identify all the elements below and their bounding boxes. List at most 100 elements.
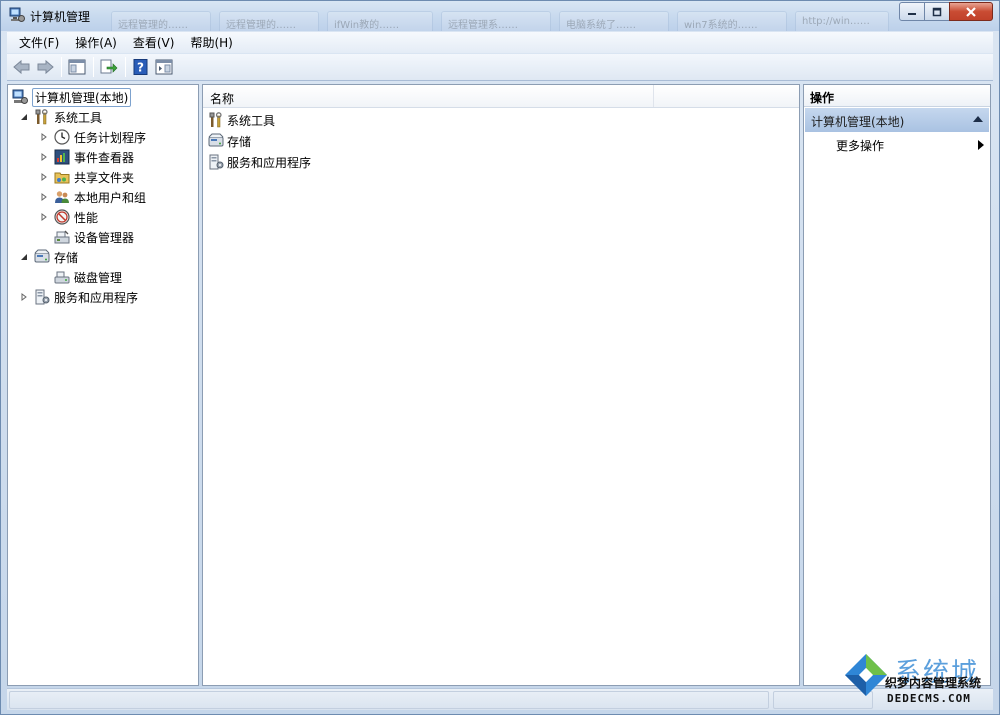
performance-icon [54, 209, 70, 225]
tools-icon [34, 109, 50, 125]
list-header: 名称 [203, 85, 799, 108]
window-title: 计算机管理 [30, 10, 91, 24]
forward-button[interactable] [34, 56, 56, 78]
help-icon: ? [133, 59, 148, 75]
storage-icon [34, 249, 50, 265]
services-icon [34, 289, 50, 305]
show-hide-tree-icon [68, 59, 86, 75]
tree-item-local-users[interactable]: 本地用户和组 [38, 187, 146, 207]
device-manager-icon [54, 229, 70, 245]
submenu-arrow-icon [978, 140, 984, 150]
menu-bar: 文件(F) 操作(A) 查看(V) 帮助(H) [7, 32, 993, 53]
ghost-tab: 远程管理的…… [111, 11, 211, 31]
computer-management-window: 计算机管理 远程管理的…… 远程管理的…… ifWin教的…… 远程管理系…… … [0, 0, 1000, 715]
expand-arrow-icon[interactable] [38, 191, 50, 203]
tree-item-task-scheduler[interactable]: 任务计划程序 [38, 127, 146, 147]
expand-arrow-icon[interactable] [38, 131, 50, 143]
tree-item-label: 服务和应用程序 [54, 290, 139, 305]
tree-item-label: 系统工具 [54, 110, 103, 125]
tools-icon [208, 112, 224, 128]
list-item-label: 服务和应用程序 [227, 155, 312, 170]
tree-item-device-manager[interactable]: 设备管理器 [54, 227, 134, 247]
tree-item-label: 任务计划程序 [74, 130, 147, 145]
maximize-button[interactable] [924, 2, 950, 21]
list-item-services-apps[interactable]: 服务和应用程序 [208, 152, 311, 172]
toolbar-separator [61, 57, 62, 77]
ghost-tab: win7系统的…… [677, 11, 787, 31]
tree-item-system-tools[interactable]: 系统工具 [18, 107, 102, 127]
event-viewer-icon [54, 149, 70, 165]
toolbar: ? [7, 54, 993, 81]
result-list-pane[interactable]: 名称 系统工具 存储 服务和应用程序 [202, 84, 800, 686]
expand-arrow-icon[interactable] [38, 211, 50, 223]
clock-icon [54, 129, 70, 145]
computer-management-icon [12, 89, 28, 105]
background-taskbar-tabs: 远程管理的…… 远程管理的…… ifWin教的…… 远程管理系…… 电脑系统了…… [111, 11, 891, 31]
menu-view[interactable]: 查看(V) [125, 32, 183, 53]
tree-item-label: 设备管理器 [74, 230, 135, 245]
tree-item-label: 磁盘管理 [74, 270, 123, 285]
services-icon [208, 154, 224, 170]
collapse-arrow-icon[interactable] [18, 111, 30, 123]
tree-item-event-viewer[interactable]: 事件查看器 [38, 147, 134, 167]
storage-icon [208, 133, 224, 149]
column-header-name[interactable]: 名称 [203, 85, 654, 107]
show-hide-action-pane-icon [155, 59, 173, 75]
restore-icon [932, 7, 942, 16]
close-button[interactable] [949, 2, 993, 21]
computer-management-app-icon[interactable] [9, 7, 25, 23]
tree-item-disk-management[interactable]: 磁盘管理 [54, 267, 122, 287]
tree-item-computer-management[interactable]: 计算机管理(本地) [12, 87, 132, 107]
tree-item-label: 事件查看器 [74, 150, 135, 165]
watermark-line2: DEDECMS.COM [887, 692, 971, 705]
list-item-system-tools[interactable]: 系统工具 [208, 110, 275, 130]
more-actions-item[interactable]: 更多操作 [836, 135, 986, 155]
tree-item-services-apps[interactable]: 服务和应用程序 [18, 287, 138, 307]
ghost-tab: 远程管理的…… [219, 11, 319, 31]
tree-item-label: 本地用户和组 [74, 190, 147, 205]
help-button[interactable]: ? [130, 56, 152, 78]
action-section-title: 计算机管理(本地) [811, 115, 905, 129]
expand-arrow-icon[interactable] [18, 291, 30, 303]
tree-item-shared-folders[interactable]: 共享文件夹 [38, 167, 134, 187]
show-hide-action-pane-button[interactable] [153, 56, 175, 78]
export-list-button[interactable] [98, 56, 120, 78]
console-tree-pane[interactable]: 计算机管理(本地) 系统工具 任务计划程序 事件查看器 共享文件夹 本地用户和组… [7, 84, 199, 686]
minimize-icon [908, 12, 916, 15]
tree-item-storage[interactable]: 存储 [18, 247, 78, 267]
expand-arrow-icon[interactable] [38, 151, 50, 163]
status-cell-main [9, 691, 769, 709]
toolbar-separator [125, 57, 126, 77]
collapse-up-icon[interactable] [973, 116, 983, 122]
show-hide-tree-button[interactable] [66, 56, 88, 78]
tree-item-label: 共享文件夹 [74, 170, 135, 185]
list-item-label: 存储 [227, 134, 252, 149]
close-icon [966, 6, 976, 17]
list-item-storage[interactable]: 存储 [208, 131, 251, 151]
menu-action[interactable]: 操作(A) [67, 32, 125, 53]
expand-arrow-icon[interactable] [38, 171, 50, 183]
export-list-icon [100, 59, 118, 74]
menu-file[interactable]: 文件(F) [11, 32, 67, 53]
title-bar[interactable]: 计算机管理 远程管理的…… 远程管理的…… ifWin教的…… 远程管理系…… … [1, 1, 999, 31]
site-watermark: 系统城 织梦内容管理系统 DEDECMS.COM [843, 652, 993, 710]
tree-item-label: 性能 [74, 210, 99, 225]
more-actions-label: 更多操作 [836, 139, 885, 153]
back-icon [13, 59, 30, 75]
ghost-tab: 电脑系统了…… [559, 11, 669, 31]
svg-text:?: ? [137, 61, 144, 75]
column-header-empty[interactable] [655, 85, 799, 107]
disk-icon [54, 269, 70, 285]
tree-item-performance[interactable]: 性能 [38, 207, 98, 227]
action-pane-header: 操作 [804, 85, 990, 107]
minimize-button[interactable] [899, 2, 925, 21]
toolbar-separator [93, 57, 94, 77]
back-button[interactable] [11, 56, 33, 78]
menu-help[interactable]: 帮助(H) [182, 32, 240, 53]
collapse-arrow-icon[interactable] [18, 251, 30, 263]
ghost-tab: 远程管理系…… [441, 11, 551, 31]
action-section-computer-management[interactable]: 计算机管理(本地) [805, 108, 989, 132]
tree-item-label: 计算机管理(本地) [32, 87, 132, 107]
tree-item-label: 存储 [54, 250, 79, 265]
watermark-line1: 织梦内容管理系统 [885, 676, 982, 690]
